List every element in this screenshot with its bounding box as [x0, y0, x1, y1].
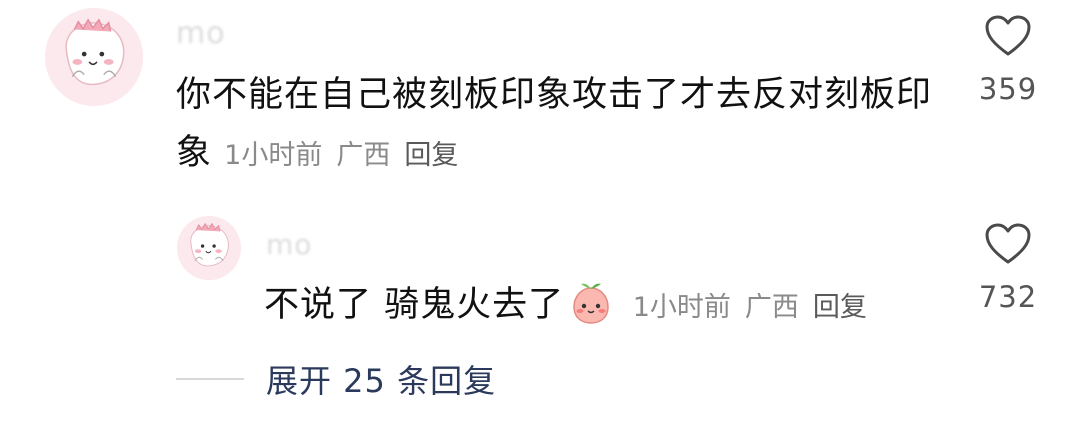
comment-location: 广西 — [336, 140, 391, 171]
reply-reply-button[interactable]: 回复 — [813, 292, 867, 323]
reply-location: 广西 — [744, 292, 799, 323]
comment-meta: 1小时前 广西 回复 — [224, 140, 458, 171]
reply-like-count: 732 — [978, 280, 1038, 314]
expand-replies[interactable]: 展开 25 条回复 — [176, 356, 496, 402]
reply-avatar[interactable] — [177, 216, 241, 280]
like-count: 359 — [978, 72, 1038, 106]
username[interactable]: mo — [176, 16, 226, 51]
divider-line — [176, 378, 244, 380]
reply-body[interactable]: 不说了 骑鬼火去了 1小时前 广西 回复 — [264, 276, 867, 337]
pink-dinosaur-avatar-icon — [45, 8, 143, 106]
pink-dinosaur-avatar-icon — [177, 216, 241, 280]
reply-username[interactable]: mo — [266, 228, 312, 261]
expand-replies-label[interactable]: 展开 25 条回复 — [266, 356, 496, 402]
reply-time: 1小时前 — [632, 292, 731, 323]
reply-like-button[interactable]: 732 — [968, 222, 1048, 314]
avatar[interactable] — [45, 8, 143, 106]
heart-outline-icon — [985, 223, 1031, 264]
comment-body[interactable]: 你不能在自己被刻板印象攻击了才去反对刻板印象 1小时前 广西 回复 — [176, 66, 936, 185]
reply-text: 不说了 骑鬼火去了 — [264, 285, 565, 325]
heart-outline-icon — [985, 15, 1031, 56]
comment-time: 1小时前 — [224, 140, 323, 171]
peach-face-emoji-icon — [573, 283, 609, 324]
like-button[interactable]: 359 — [968, 14, 1048, 106]
reply-meta: 1小时前 广西 回复 — [624, 292, 867, 323]
reply-button[interactable]: 回复 — [404, 140, 458, 171]
